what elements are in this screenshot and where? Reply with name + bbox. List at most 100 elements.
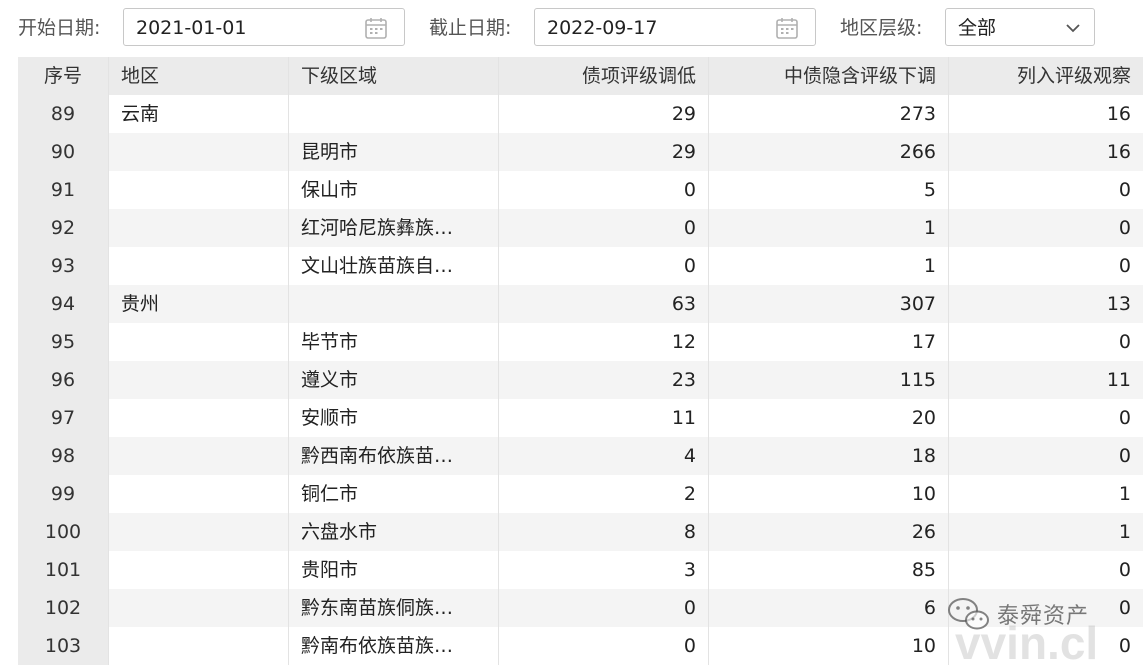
row-implied-downgrade: 1 [708,209,948,247]
region-level-value: 全部 [958,17,997,39]
row-rating-watch: 16 [948,95,1143,133]
row-subregion: 贵阳市 [288,551,498,589]
table-row[interactable]: 101 贵阳市 3 85 0 [18,551,1143,589]
header-region[interactable]: 地区 [108,57,288,95]
row-subregion: 黔南布依族苗族… [288,627,498,665]
chevron-down-icon[interactable] [1064,19,1082,37]
row-subregion: 黔东南苗族侗族… [288,589,498,627]
row-rating-watch: 0 [948,323,1143,361]
table-row[interactable]: 103 黔南布依族苗族… 0 10 0 [18,627,1143,665]
table-row[interactable]: 99 铜仁市 2 10 1 [18,475,1143,513]
row-index: 94 [18,285,108,323]
header-subregion[interactable]: 下级区域 [288,57,498,95]
data-table: 序号 地区 下级区域 债项评级调低 中债隐含评级下调 列入评级观察 89 云南 … [18,57,1143,665]
row-subregion [288,285,498,323]
row-region [108,361,288,399]
row-subregion: 安顺市 [288,399,498,437]
row-rating-watch: 0 [948,589,1143,627]
row-index: 92 [18,209,108,247]
row-bond-downgrade: 8 [498,513,708,551]
end-date-value: 2022-09-17 [547,17,658,39]
row-bond-downgrade: 23 [498,361,708,399]
row-bond-downgrade: 12 [498,323,708,361]
row-bond-downgrade: 0 [498,171,708,209]
region-level-select[interactable]: 全部 [945,8,1095,46]
start-date-label: 开始日期: [18,17,101,39]
row-region [108,171,288,209]
row-rating-watch: 11 [948,361,1143,399]
row-implied-downgrade: 6 [708,589,948,627]
row-bond-downgrade: 29 [498,95,708,133]
row-rating-watch: 0 [948,399,1143,437]
table-row[interactable]: 94 贵州 63 307 13 [18,285,1143,323]
row-rating-watch: 0 [948,627,1143,665]
row-index: 96 [18,361,108,399]
start-date-value: 2021-01-01 [136,17,247,39]
row-index: 102 [18,589,108,627]
row-region [108,323,288,361]
row-region [108,551,288,589]
row-rating-watch: 0 [948,551,1143,589]
row-rating-watch: 1 [948,475,1143,513]
row-implied-downgrade: 18 [708,437,948,475]
row-implied-downgrade: 85 [708,551,948,589]
row-subregion: 遵义市 [288,361,498,399]
row-region: 贵州 [108,285,288,323]
row-bond-downgrade: 3 [498,551,708,589]
row-subregion: 红河哈尼族彝族… [288,209,498,247]
row-region [108,209,288,247]
row-bond-downgrade: 0 [498,247,708,285]
row-index: 98 [18,437,108,475]
row-implied-downgrade: 17 [708,323,948,361]
header-implied-downgrade[interactable]: 中债隐含评级下调 [708,57,948,95]
table-row[interactable]: 92 红河哈尼族彝族… 0 1 0 [18,209,1143,247]
row-rating-watch: 0 [948,437,1143,475]
row-index: 97 [18,399,108,437]
table-row[interactable]: 100 六盘水市 8 26 1 [18,513,1143,551]
header-rating-watch[interactable]: 列入评级观察 [948,57,1143,95]
row-implied-downgrade: 26 [708,513,948,551]
row-index: 91 [18,171,108,209]
row-region [108,589,288,627]
row-index: 101 [18,551,108,589]
end-date-input[interactable]: 2022-09-17 [534,8,816,46]
header-bond-downgrade[interactable]: 债项评级调低 [498,57,708,95]
row-index: 103 [18,627,108,665]
row-implied-downgrade: 273 [708,95,948,133]
table-row[interactable]: 98 黔西南布依族苗… 4 18 0 [18,437,1143,475]
row-region [108,133,288,171]
row-index: 100 [18,513,108,551]
row-bond-downgrade: 2 [498,475,708,513]
filter-bar: 开始日期: 2021-01-01 截止日期: 2022-09-17 地区层级: … [0,0,1143,55]
row-bond-downgrade: 0 [498,627,708,665]
header-index[interactable]: 序号 [18,57,108,95]
table-row[interactable]: 97 安顺市 11 20 0 [18,399,1143,437]
row-rating-watch: 13 [948,285,1143,323]
row-rating-watch: 0 [948,209,1143,247]
row-subregion: 保山市 [288,171,498,209]
row-rating-watch: 0 [948,171,1143,209]
table-row[interactable]: 89 云南 29 273 16 [18,95,1143,133]
table-row[interactable]: 90 昆明市 29 266 16 [18,133,1143,171]
start-date-input[interactable]: 2021-01-01 [123,8,405,46]
row-implied-downgrade: 10 [708,627,948,665]
row-subregion: 文山壮族苗族自… [288,247,498,285]
row-bond-downgrade: 0 [498,589,708,627]
row-bond-downgrade: 63 [498,285,708,323]
row-region [108,399,288,437]
row-implied-downgrade: 10 [708,475,948,513]
calendar-icon[interactable] [775,16,799,40]
table-row[interactable]: 91 保山市 0 5 0 [18,171,1143,209]
row-bond-downgrade: 29 [498,133,708,171]
row-subregion: 昆明市 [288,133,498,171]
row-index: 93 [18,247,108,285]
row-subregion [288,95,498,133]
table-row[interactable]: 96 遵义市 23 115 11 [18,361,1143,399]
calendar-icon[interactable] [364,16,388,40]
row-implied-downgrade: 5 [708,171,948,209]
table-row[interactable]: 95 毕节市 12 17 0 [18,323,1143,361]
table-row[interactable]: 102 黔东南苗族侗族… 0 6 0 [18,589,1143,627]
row-implied-downgrade: 1 [708,247,948,285]
row-bond-downgrade: 11 [498,399,708,437]
table-row[interactable]: 93 文山壮族苗族自… 0 1 0 [18,247,1143,285]
